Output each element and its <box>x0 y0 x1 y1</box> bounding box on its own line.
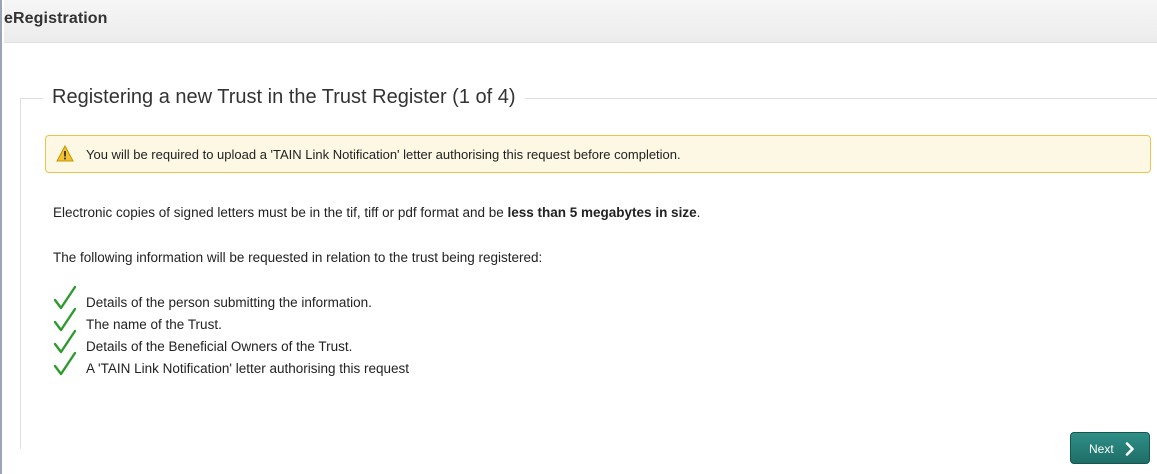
page-title: eRegistration <box>4 10 108 27</box>
section-legend: Registering a new Trust in the Trust Reg… <box>43 86 525 109</box>
next-button[interactable]: Next <box>1070 432 1150 464</box>
warning-triangle-icon <box>56 145 74 162</box>
format-requirement-text: Electronic copies of signed letters must… <box>53 205 700 220</box>
format-requirement-suffix: . <box>696 205 701 220</box>
warning-alert: You will be required to upload a 'TAIN L… <box>45 135 1151 173</box>
header-bar: eRegistration <box>4 0 1157 43</box>
format-requirement-prefix: Electronic copies of signed letters must… <box>53 205 508 220</box>
format-size-limit: less than 5 megabytes in size <box>507 205 697 220</box>
checklist-item-text: A 'TAIN Link Notification' letter author… <box>86 361 410 376</box>
chevron-right-icon <box>1125 442 1134 456</box>
next-button-label: Next <box>1089 442 1114 456</box>
warning-text: You will be required to upload a 'TAIN L… <box>86 147 681 162</box>
checklist-item-text: Details of the person submitting the inf… <box>86 295 372 310</box>
checklist-item-text: Details of the Beneficial Owners of the … <box>86 339 353 354</box>
requested-info-intro: The following information will be reques… <box>53 250 543 265</box>
checkmark-icon <box>53 351 77 376</box>
checklist-item-text: The name of the Trust. <box>86 317 222 332</box>
